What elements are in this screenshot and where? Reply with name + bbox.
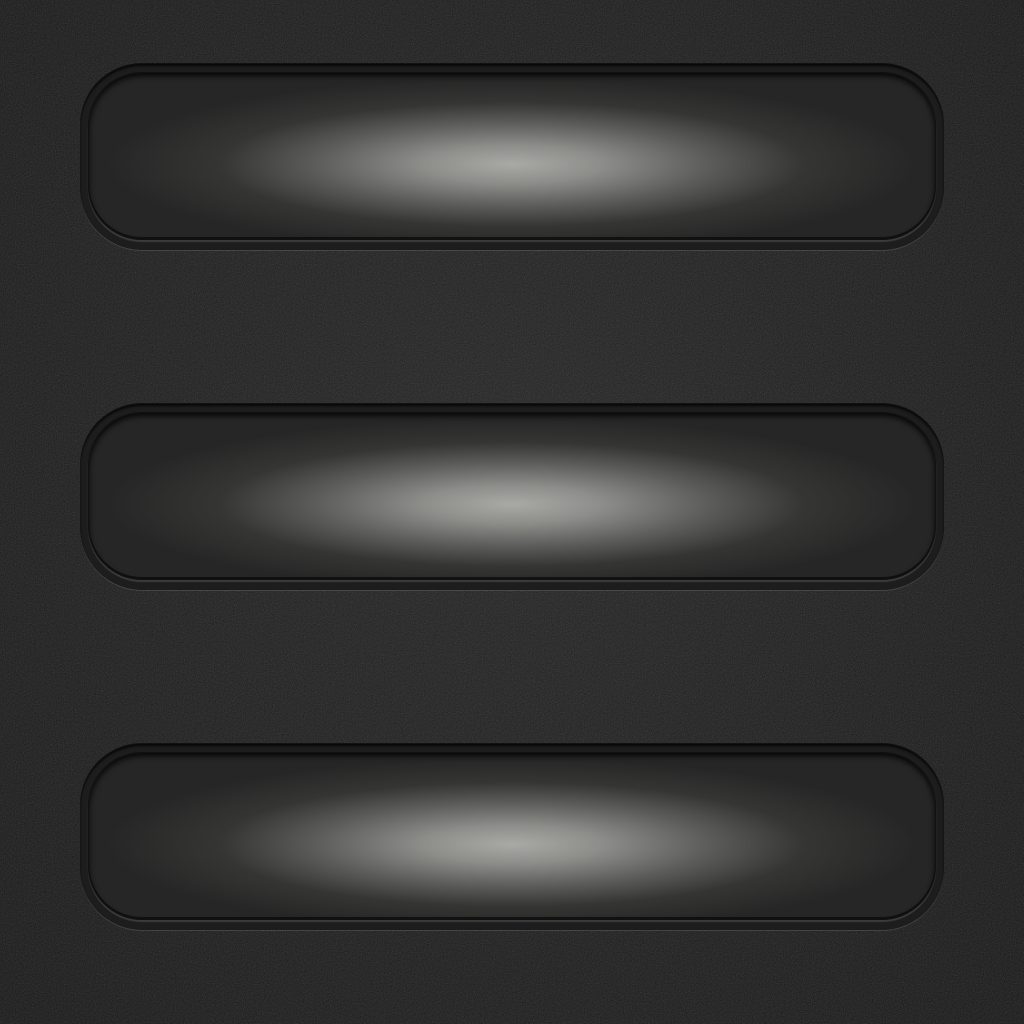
shelf-slot-1 [80, 64, 944, 250]
shelf-slot-3 [80, 744, 944, 930]
shelf-panel-2[interactable] [88, 412, 936, 580]
shelf-background [0, 0, 1024, 1024]
shelf-slot-2 [80, 404, 944, 590]
shelf-panel-1[interactable] [88, 72, 936, 240]
shelf-panel-3[interactable] [88, 752, 936, 920]
